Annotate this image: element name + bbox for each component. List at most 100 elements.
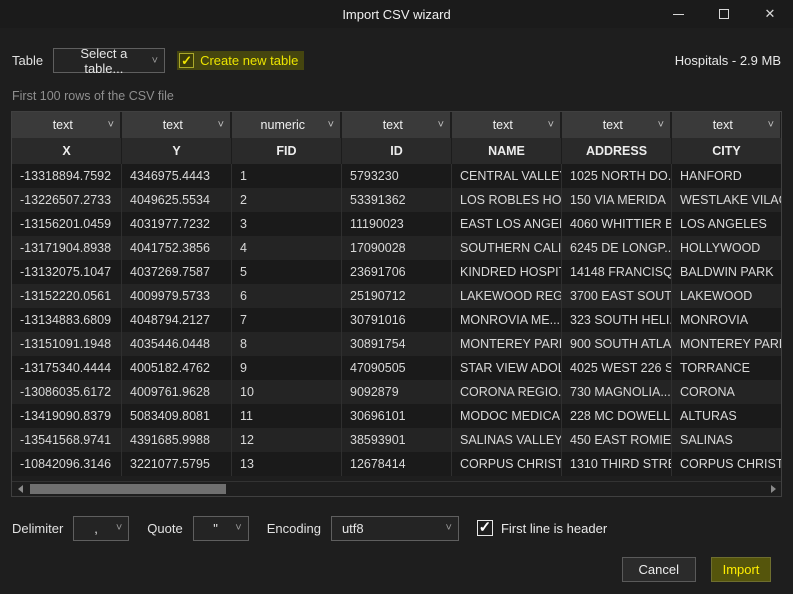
table-cell: 6 bbox=[232, 284, 342, 308]
table-row: -13134883.68094048794.2127730791016MONRO… bbox=[12, 308, 781, 332]
table-cell: 4060 WHITTIER B... bbox=[562, 212, 672, 236]
table-label: Table bbox=[12, 53, 43, 68]
quote-select[interactable]: " ˅ bbox=[193, 516, 249, 541]
table-cell: MONROVIA ME... bbox=[452, 308, 562, 332]
table-row: -13151091.19484035446.0448830891754MONTE… bbox=[12, 332, 781, 356]
table-cell: 47090505 bbox=[342, 356, 452, 380]
maximize-icon bbox=[719, 9, 729, 19]
column-type-value: text bbox=[678, 118, 768, 132]
table-row: -10842096.31463221077.57951312678414CORP… bbox=[12, 452, 781, 476]
column-header: ID bbox=[342, 138, 452, 164]
horizontal-scrollbar[interactable] bbox=[12, 481, 781, 496]
chevron-down-icon: ˅ bbox=[227, 522, 241, 534]
table-cell: 3700 EAST SOUT... bbox=[562, 284, 672, 308]
close-button[interactable]: ✕ bbox=[747, 0, 793, 28]
table-row: -13156201.04594031977.7232311190023EAST … bbox=[12, 212, 781, 236]
table-cell: LOS ANGELES bbox=[672, 212, 782, 236]
column-type-select[interactable]: text˅ bbox=[562, 112, 672, 138]
table-cell: 30791016 bbox=[342, 308, 452, 332]
chevron-down-icon: ˅ bbox=[768, 119, 774, 131]
table-cell: 8 bbox=[232, 332, 342, 356]
delimiter-select[interactable]: , ˅ bbox=[73, 516, 129, 541]
column-type-select[interactable]: text˅ bbox=[452, 112, 562, 138]
table-cell: EAST LOS ANGEL... bbox=[452, 212, 562, 236]
table-cell: 30696101 bbox=[342, 404, 452, 428]
grid-body: -13318894.75924346975.444315793230CENTRA… bbox=[12, 164, 781, 476]
table-cell: 6245 DE LONGP... bbox=[562, 236, 672, 260]
chevron-down-icon: ˅ bbox=[108, 522, 122, 534]
delimiter-label: Delimiter bbox=[12, 521, 63, 536]
minimize-button[interactable] bbox=[655, 0, 701, 28]
table-cell: LAKEWOOD bbox=[672, 284, 782, 308]
table-row: -13419090.83795083409.80811130696101MODO… bbox=[12, 404, 781, 428]
column-type-row: text˅text˅numeric˅text˅text˅text˅text˅ bbox=[12, 112, 781, 138]
table-cell: LOS ROBLES HO... bbox=[452, 188, 562, 212]
column-type-value: text bbox=[18, 118, 108, 132]
encoding-select[interactable]: utf8 ˅ bbox=[331, 516, 459, 541]
create-new-table-label: Create new table bbox=[200, 53, 298, 68]
import-button[interactable]: Import bbox=[711, 557, 771, 582]
scroll-left-button[interactable] bbox=[12, 482, 28, 496]
table-cell: 4009979.5733 bbox=[122, 284, 232, 308]
column-type-select[interactable]: text˅ bbox=[122, 112, 232, 138]
chevron-down-icon: ˅ bbox=[218, 119, 224, 131]
table-cell: 4035446.0448 bbox=[122, 332, 232, 356]
import-csv-wizard-dialog: Import CSV wizard ✕ Table Select a table… bbox=[0, 0, 793, 594]
scrollbar-thumb[interactable] bbox=[30, 484, 226, 494]
table-cell: MONTEREY PARK bbox=[672, 332, 782, 356]
scroll-right-button[interactable] bbox=[765, 482, 781, 496]
table-select-value: Select a table... bbox=[64, 46, 144, 76]
table-cell: BALDWIN PARK bbox=[672, 260, 782, 284]
column-type-value: text bbox=[348, 118, 438, 132]
quote-label: Quote bbox=[147, 521, 182, 536]
table-cell: -10842096.3146 bbox=[12, 452, 122, 476]
check-icon: ✓ bbox=[179, 53, 194, 68]
table-cell: 1 bbox=[232, 164, 342, 188]
check-icon: ✓ bbox=[477, 520, 493, 536]
csv-preview-grid: text˅text˅numeric˅text˅text˅text˅text˅ X… bbox=[11, 111, 782, 497]
column-type-select[interactable]: text˅ bbox=[342, 112, 452, 138]
csv-options-bar: Delimiter , ˅ Quote " ˅ Encoding utf8 ˅ … bbox=[12, 515, 781, 541]
table-cell: -13171904.8938 bbox=[12, 236, 122, 260]
table-row: -13132075.10474037269.7587523691706KINDR… bbox=[12, 260, 781, 284]
table-select[interactable]: Select a table... ˅ bbox=[53, 48, 165, 73]
table-cell: 323 SOUTH HELI... bbox=[562, 308, 672, 332]
column-header: FID bbox=[232, 138, 342, 164]
table-row: -13175340.44444005182.4762947090505STAR … bbox=[12, 356, 781, 380]
table-cell: 14148 FRANCISQ... bbox=[562, 260, 672, 284]
column-type-select[interactable]: numeric˅ bbox=[232, 112, 342, 138]
table-cell: ALTURAS bbox=[672, 404, 782, 428]
table-cell: 23691706 bbox=[342, 260, 452, 284]
table-cell: 12678414 bbox=[342, 452, 452, 476]
table-cell: 11 bbox=[232, 404, 342, 428]
scrollbar-track[interactable] bbox=[28, 482, 765, 496]
column-header: CITY bbox=[672, 138, 782, 164]
table-cell: -13175340.4444 bbox=[12, 356, 122, 380]
table-row: -13226507.27334049625.5534253391362LOS R… bbox=[12, 188, 781, 212]
scroll-left-icon bbox=[18, 485, 23, 493]
table-cell: 11190023 bbox=[342, 212, 452, 236]
table-cell: 4049625.5534 bbox=[122, 188, 232, 212]
table-cell: -13156201.0459 bbox=[12, 212, 122, 236]
table-cell: 12 bbox=[232, 428, 342, 452]
table-cell: WESTLAKE VILAGE bbox=[672, 188, 782, 212]
table-cell: 4 bbox=[232, 236, 342, 260]
table-cell: SALINAS VALLEY... bbox=[452, 428, 562, 452]
cancel-button[interactable]: Cancel bbox=[622, 557, 696, 582]
table-cell: 228 MC DOWELL... bbox=[562, 404, 672, 428]
table-cell: LAKEWOOD REG... bbox=[452, 284, 562, 308]
delimiter-value: , bbox=[84, 521, 108, 536]
maximize-button[interactable] bbox=[701, 0, 747, 28]
table-cell: 1310 THIRD STRE... bbox=[562, 452, 672, 476]
table-cell: MONROVIA bbox=[672, 308, 782, 332]
column-type-select[interactable]: text˅ bbox=[12, 112, 122, 138]
column-type-select[interactable]: text˅ bbox=[672, 112, 782, 138]
titlebar: Import CSV wizard ✕ bbox=[0, 0, 793, 28]
first-line-header-checkbox[interactable]: ✓ First line is header bbox=[477, 520, 607, 536]
table-cell: CORONA REGIO... bbox=[452, 380, 562, 404]
create-new-table-checkbox[interactable]: ✓ Create new table bbox=[177, 51, 304, 70]
table-cell: 4041752.3856 bbox=[122, 236, 232, 260]
quote-value: " bbox=[204, 521, 228, 536]
table-cell: SOUTHERN CALI... bbox=[452, 236, 562, 260]
window-controls: ✕ bbox=[655, 0, 793, 28]
